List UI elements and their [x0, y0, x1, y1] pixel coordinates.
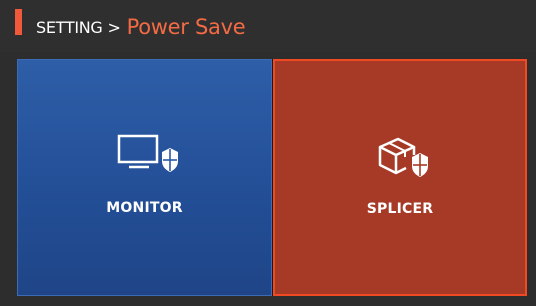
page-title: Power Save — [126, 15, 246, 39]
box-shield-icon — [360, 135, 440, 191]
power-save-panel: MONITOR SPLICER — [17, 59, 527, 296]
breadcrumb-separator: > — [107, 18, 121, 37]
header: SETTING > Power Save — [0, 0, 536, 52]
monitor-shield-icon — [105, 134, 185, 190]
header-accent-bar — [15, 9, 22, 35]
splicer-label: SPLICER — [366, 201, 434, 217]
splicer-tile-button[interactable]: SPLICER — [273, 59, 527, 296]
breadcrumb: SETTING > Power Save — [36, 14, 246, 39]
monitor-label: MONITOR — [106, 200, 183, 216]
monitor-tile-button[interactable]: MONITOR — [17, 59, 272, 296]
breadcrumb-parent[interactable]: SETTING — [36, 18, 103, 37]
